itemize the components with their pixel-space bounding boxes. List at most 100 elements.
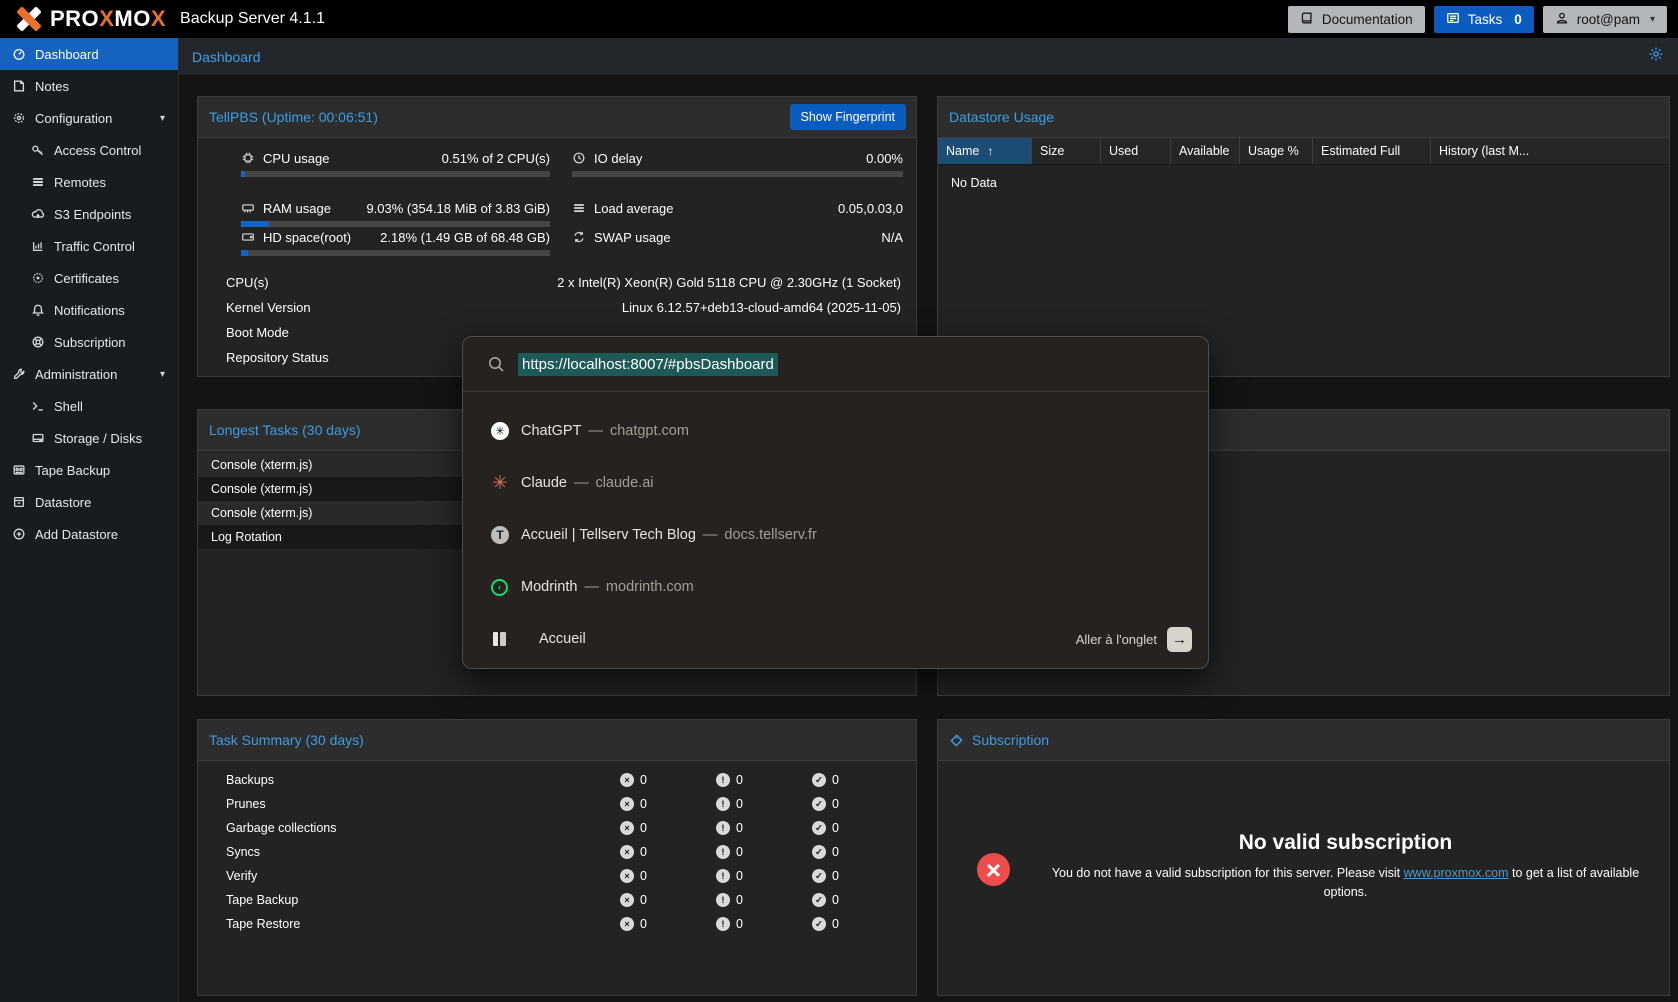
ram-usage-gauge: RAM usage9.03% (354.18 MiB of 3.83 GiB) xyxy=(241,200,550,227)
tasks-button[interactable]: Tasks 0 xyxy=(1433,5,1535,34)
sidebar-item-certificates[interactable]: Certificates xyxy=(0,262,178,294)
documentation-button[interactable]: Documentation xyxy=(1287,5,1426,34)
ok-count[interactable]: 0 xyxy=(832,893,839,907)
ok-count[interactable]: 0 xyxy=(832,773,839,787)
show-fingerprint-button[interactable]: Show Fingerprint xyxy=(790,104,907,130)
error-count[interactable]: 0 xyxy=(640,917,647,931)
sidebar-item-tape-backup[interactable]: Tape Backup xyxy=(0,454,178,486)
summary-row-tape-restore: Tape Restore ×0 !0 ✓0 xyxy=(226,912,901,936)
suggestion-claude[interactable]: Claude—claude.ai xyxy=(463,457,1208,509)
ok-icon: ✓ xyxy=(812,893,826,907)
proxmox-backup-server-window: PROXMOX Backup Server 4.1.1 Documentatio… xyxy=(0,0,1678,1002)
column-header-history[interactable]: History (last M... xyxy=(1431,138,1669,164)
error-count[interactable]: 0 xyxy=(640,869,647,883)
sidebar-item-label: Certificates xyxy=(54,271,119,286)
column-header-used[interactable]: Used xyxy=(1101,138,1171,164)
clock-icon xyxy=(572,151,586,165)
user-menu-button[interactable]: root@pam ▾ xyxy=(1542,5,1668,34)
sidebar: Dashboard Notes Configuration ▾ Access C… xyxy=(0,38,179,1002)
sidebar-item-administration[interactable]: Administration ▾ xyxy=(0,358,178,390)
column-header-size[interactable]: Size xyxy=(1032,138,1101,164)
ok-icon: ✓ xyxy=(812,773,826,787)
error-count[interactable]: 0 xyxy=(640,797,647,811)
warning-count[interactable]: 0 xyxy=(736,869,743,883)
ok-count[interactable]: 0 xyxy=(832,797,839,811)
gauge-value: 2.18% (1.49 GB of 68.48 GB) xyxy=(380,230,550,245)
top-bar: PROXMOX Backup Server 4.1.1 Documentatio… xyxy=(0,0,1678,38)
tasks-label: Tasks xyxy=(1468,12,1503,27)
search-icon xyxy=(487,355,505,373)
sidebar-item-configuration[interactable]: Configuration ▾ xyxy=(0,102,178,134)
ok-count[interactable]: 0 xyxy=(832,869,839,883)
sort-ascending-icon: ↑ xyxy=(987,144,993,158)
hd-space-gauge: HD space(root)2.18% (1.49 GB of 68.48 GB… xyxy=(241,229,550,256)
column-header-estimated-full[interactable]: Estimated Full xyxy=(1313,138,1431,164)
url-input-selected-text[interactable]: https://localhost:8007/#pbsDashboard xyxy=(518,353,778,376)
ok-count[interactable]: 0 xyxy=(832,845,839,859)
task-summary-title: Task Summary (30 days) xyxy=(209,732,364,748)
ok-count[interactable]: 0 xyxy=(832,917,839,931)
sidebar-item-s3-endpoints[interactable]: S3 Endpoints xyxy=(0,198,178,230)
summary-label: Verify xyxy=(226,869,257,883)
ok-icon: ✓ xyxy=(812,845,826,859)
sidebar-item-subscription[interactable]: Subscription xyxy=(0,326,178,358)
info-label: Kernel Version xyxy=(226,300,311,315)
error-icon: × xyxy=(620,773,634,787)
info-label: CPU(s) xyxy=(226,275,269,290)
swap-refresh-icon xyxy=(572,230,586,244)
memory-icon xyxy=(241,201,255,215)
warning-count[interactable]: 0 xyxy=(736,773,743,787)
warning-icon: ! xyxy=(716,845,730,859)
warning-count[interactable]: 0 xyxy=(736,917,743,931)
summary-label: Syncs xyxy=(226,845,260,859)
suggestion-title: ChatGPT xyxy=(521,423,581,439)
warning-count[interactable]: 0 xyxy=(736,845,743,859)
sidebar-item-storage-disks[interactable]: Storage / Disks xyxy=(0,422,178,454)
paragraph-text: You do not have a valid subscription for… xyxy=(1052,866,1404,880)
summary-row-backups: Backups ×0 !0 ✓0 xyxy=(226,768,901,792)
sidebar-item-traffic-control[interactable]: Traffic Control xyxy=(0,230,178,262)
error-icon: × xyxy=(620,821,634,835)
gauge-value: 0.00% xyxy=(866,151,903,166)
sidebar-item-add-datastore[interactable]: Add Datastore xyxy=(0,518,178,550)
error-count[interactable]: 0 xyxy=(640,821,647,835)
error-count[interactable]: 0 xyxy=(640,773,647,787)
suggestion-tellserv[interactable]: Accueil | Tellserv Tech Blog—docs.tellse… xyxy=(463,509,1208,561)
sidebar-item-label: Subscription xyxy=(54,335,126,350)
proxmox-logo-icon xyxy=(10,4,46,34)
error-count[interactable]: 0 xyxy=(640,893,647,907)
sidebar-item-datastore[interactable]: Datastore xyxy=(0,486,178,518)
plus-circle-icon xyxy=(12,527,26,541)
suggestion-accueil-tab[interactable]: Accueil Aller à l'onglet → xyxy=(463,613,1208,665)
gauge-value: N/A xyxy=(881,230,903,245)
column-header-name[interactable]: Name↑ xyxy=(938,138,1032,164)
urlbar-row: https://localhost:8007/#pbsDashboard xyxy=(463,337,1208,391)
sidebar-item-access-control[interactable]: Access Control xyxy=(0,134,178,166)
suggestion-chatgpt[interactable]: ChatGPT—chatgpt.com xyxy=(463,405,1208,457)
column-header-available[interactable]: Available xyxy=(1171,138,1240,164)
ok-count[interactable]: 0 xyxy=(832,821,839,835)
sidebar-item-notifications[interactable]: Notifications xyxy=(0,294,178,326)
error-count[interactable]: 0 xyxy=(640,845,647,859)
warning-count[interactable]: 0 xyxy=(736,797,743,811)
sidebar-item-label: Shell xyxy=(54,399,83,414)
brand-part: MO xyxy=(114,6,150,31)
chatgpt-favicon xyxy=(491,422,509,440)
column-header-usage-pct[interactable]: Usage % xyxy=(1240,138,1313,164)
warning-count[interactable]: 0 xyxy=(736,893,743,907)
warning-count[interactable]: 0 xyxy=(736,821,743,835)
sidebar-item-notes[interactable]: Notes xyxy=(0,70,178,102)
sidebar-item-shell[interactable]: Shell xyxy=(0,390,178,422)
no-data-text: No Data xyxy=(951,176,997,190)
proxmox-link[interactable]: www.proxmox.com xyxy=(1404,866,1509,880)
arrow-right-button[interactable]: → xyxy=(1167,627,1192,652)
gauge-icon xyxy=(12,47,26,61)
warning-icon: ! xyxy=(716,797,730,811)
settings-gear-icon[interactable] xyxy=(1648,46,1664,67)
ram-progress-bar xyxy=(241,221,550,227)
sidebar-item-dashboard[interactable]: Dashboard xyxy=(0,38,178,70)
sidebar-item-remotes[interactable]: Remotes xyxy=(0,166,178,198)
sidebar-item-label: Traffic Control xyxy=(54,239,135,254)
summary-row-prunes: Prunes ×0 !0 ✓0 xyxy=(226,792,901,816)
suggestion-modrinth[interactable]: Modrinth—modrinth.com xyxy=(463,561,1208,613)
